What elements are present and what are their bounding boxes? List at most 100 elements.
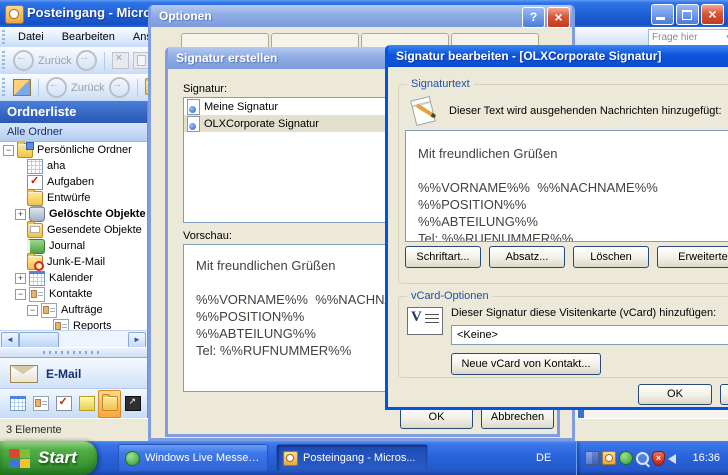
- new-item-icon[interactable]: [13, 79, 31, 96]
- restore-icon[interactable]: [676, 4, 699, 25]
- contacts-icon: [29, 287, 45, 302]
- notes-nav-button[interactable]: [75, 390, 98, 418]
- expand-icon[interactable]: [15, 273, 26, 284]
- calendar-nav-button[interactable]: [6, 390, 29, 418]
- vcard-group-label: vCard-Optionen: [407, 290, 493, 302]
- expander-spacer: [15, 162, 24, 171]
- outlook-title: Posteingang - Micros: [27, 0, 158, 26]
- stop-icon[interactable]: [112, 52, 129, 69]
- tree-item-persoenliche-ordner[interactable]: Persönliche Ordner: [0, 142, 147, 158]
- cancel-button[interactable]: [720, 384, 728, 405]
- taskbar-item-messenger[interactable]: Windows Live Messen...: [118, 444, 268, 472]
- options-tab[interactable]: [271, 33, 359, 48]
- email-nav-button[interactable]: E-Mail: [0, 357, 147, 389]
- minimize-icon[interactable]: [651, 4, 674, 25]
- folder-pane-header: Ordnerliste: [0, 101, 147, 123]
- signature-label: Signatur:: [183, 83, 227, 95]
- vcard-group: vCard-Optionen Dieser Signatur diese Vis…: [398, 296, 728, 378]
- tree-item-kalender[interactable]: Kalender: [0, 270, 147, 286]
- back-label: Zurück: [38, 55, 72, 67]
- vcard-select[interactable]: <Keine>: [451, 325, 728, 345]
- signaturtext-group: Signaturtext Dieser Text wird ausgehende…: [398, 84, 728, 284]
- tree-item-reports[interactable]: Reports: [0, 318, 147, 330]
- toolbar-grip[interactable]: [2, 51, 5, 70]
- toolbar-grip[interactable]: [2, 30, 5, 44]
- language-indicator[interactable]: DE: [536, 441, 551, 475]
- journal-icon: [27, 239, 45, 254]
- font-button[interactable]: Schriftart...: [405, 246, 481, 268]
- envelope-icon: [10, 365, 38, 383]
- close-icon[interactable]: [701, 4, 724, 25]
- expander-spacer: [41, 322, 50, 331]
- outlook-icon: [283, 451, 298, 466]
- menu-bearbeiten[interactable]: Bearbeiten: [53, 27, 124, 47]
- shortcuts-icon: [125, 396, 141, 411]
- new-vcard-button[interactable]: Neue vCard von Kontakt...: [451, 353, 601, 375]
- advanced-edit-button[interactable]: Erweitertes Bea: [657, 246, 728, 268]
- expander-spacer: [15, 226, 24, 235]
- folder-icon: [27, 191, 43, 206]
- tree-item-junk-e-mail[interactable]: Junk-E-Mail: [0, 254, 147, 270]
- tree-item-aha[interactable]: aha: [0, 158, 147, 174]
- contacts-nav-button[interactable]: [29, 390, 52, 418]
- tree-item-auftraege[interactable]: Aufträge: [0, 302, 147, 318]
- security-shield-icon[interactable]: [652, 451, 665, 466]
- paragraph-button[interactable]: Absatz...: [489, 246, 565, 268]
- folders-root-icon: [17, 143, 33, 158]
- messenger-icon: [125, 451, 140, 466]
- tree-item-kontakte[interactable]: Kontakte: [0, 286, 147, 302]
- separator: [38, 79, 39, 97]
- folder-pane-subheader: Alle Ordner: [0, 123, 147, 142]
- tasks-nav-button[interactable]: [52, 390, 75, 418]
- taskbar-item-outlook[interactable]: Posteingang - Micros...: [276, 444, 428, 472]
- signaturtext-group-label: Signaturtext: [407, 78, 474, 90]
- signature-hint: Dieser Text wird ausgehenden Nachrichten…: [449, 105, 728, 117]
- taskbar: Start Windows Live Messen... Posteingang…: [0, 441, 728, 475]
- edit-signature-title: Signatur bearbeiten - [OLXCorporate Sign…: [388, 45, 728, 67]
- desktop: Posteingang - Micros Datei Bearbeiten An…: [0, 0, 728, 475]
- separator: [104, 52, 105, 70]
- back-icon[interactable]: [46, 77, 67, 98]
- tree-item-journal[interactable]: Journal: [0, 238, 147, 254]
- preview-label: Vorschau:: [183, 230, 232, 242]
- volume-icon[interactable]: [668, 454, 676, 464]
- nav-icon-bar: [0, 388, 147, 418]
- menu-datei[interactable]: Datei: [9, 27, 53, 47]
- grid-icon[interactable]: [585, 451, 599, 465]
- shortcuts-nav-button[interactable]: [121, 390, 144, 418]
- signature-textarea[interactable]: Mit freundlichen Grüßen %%VORNAME%% %%NA…: [405, 130, 728, 242]
- signature-doc-icon: [187, 99, 200, 115]
- tree-item-entwuerfe[interactable]: Entwürfe: [0, 190, 147, 206]
- tree-item-geloeschte-objekte[interactable]: Gelöschte Objekte: [0, 206, 147, 222]
- expander-spacer: [15, 242, 24, 251]
- options-tab[interactable]: [181, 33, 269, 48]
- close-icon[interactable]: [547, 7, 570, 28]
- horizontal-scrollbar[interactable]: ◄ ►: [0, 330, 147, 348]
- signature-body-text: Mit freundlichen Grüßen %%VORNAME%% %%NA…: [406, 131, 728, 242]
- expander-spacer: [15, 258, 24, 267]
- tasks-icon: [27, 175, 43, 190]
- notes-icon: [79, 396, 95, 411]
- collapse-icon[interactable]: [3, 145, 14, 156]
- tree-item-gesendete-objekte[interactable]: Gesendete Objekte: [0, 222, 147, 238]
- folder-list-nav-button[interactable]: [98, 390, 121, 418]
- forward-icon[interactable]: [76, 50, 97, 71]
- outlook-app-icon: [5, 5, 24, 24]
- back-icon[interactable]: [13, 50, 34, 71]
- expander-spacer: [15, 194, 24, 203]
- vcard-hint: Dieser Signatur diese Visitenkarte (vCar…: [451, 307, 728, 319]
- ok-button[interactable]: OK: [638, 384, 712, 405]
- collapse-icon[interactable]: [27, 305, 38, 316]
- messenger-icon[interactable]: [619, 451, 633, 465]
- outlook-icon[interactable]: [602, 451, 616, 465]
- start-button[interactable]: Start: [0, 441, 97, 475]
- tree-item-aufgaben[interactable]: Aufgaben: [0, 174, 147, 190]
- expand-icon[interactable]: [15, 209, 26, 220]
- magnifier-icon[interactable]: [636, 452, 649, 465]
- toolbar-grip[interactable]: [2, 78, 5, 97]
- contacts-icon: [41, 303, 57, 318]
- forward-icon[interactable]: [109, 77, 130, 98]
- delete-button[interactable]: Löschen: [573, 246, 649, 268]
- collapse-icon[interactable]: [15, 289, 26, 300]
- help-icon[interactable]: [522, 7, 545, 28]
